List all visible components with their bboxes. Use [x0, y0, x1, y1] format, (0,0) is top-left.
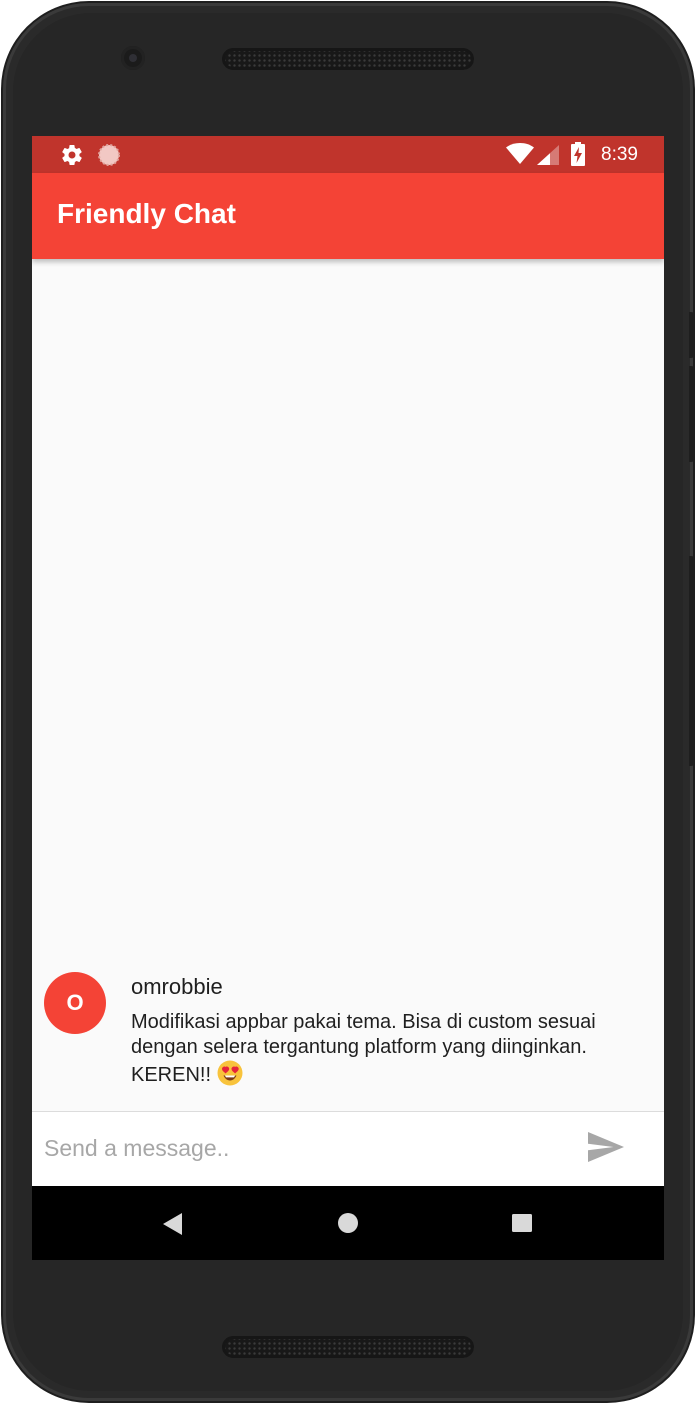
send-icon	[588, 1132, 624, 1162]
message-composer	[32, 1112, 664, 1186]
status-time: 8:39	[601, 144, 638, 165]
top-speaker	[222, 48, 474, 70]
bottom-speaker	[222, 1336, 474, 1358]
gear-icon	[60, 143, 84, 172]
power-button	[689, 366, 695, 462]
battery-charging-icon	[571, 142, 585, 171]
home-icon[interactable]	[337, 1212, 359, 1239]
volume-rocker	[689, 556, 695, 766]
send-button[interactable]	[588, 1132, 628, 1168]
sync-indicator-icon	[97, 143, 121, 172]
message-text: Modifikasi appbar pakai tema. Bisa di cu…	[131, 1011, 596, 1086]
app-bar: Friendly Chat	[32, 173, 664, 259]
status-bar: 8:39	[32, 136, 664, 173]
app-title: Friendly Chat	[57, 198, 236, 229]
smiling-face-with-heart-eyes-icon	[217, 1060, 243, 1086]
recents-icon[interactable]	[512, 1214, 532, 1237]
screen: 8:39 Friendly Chat O omrobbie Modifikasi…	[32, 136, 664, 1260]
back-icon[interactable]	[163, 1213, 183, 1240]
avatar: O	[44, 972, 106, 1034]
cell-signal-icon	[537, 145, 559, 170]
message-input[interactable]	[44, 1128, 564, 1168]
wifi-icon	[506, 143, 534, 170]
volume-button	[689, 312, 695, 358]
navigation-bar	[32, 1186, 664, 1260]
message-sender: omrobbie	[131, 974, 223, 999]
message-body: Modifikasi appbar pakai tema. Bisa di cu…	[131, 1010, 651, 1088]
front-camera	[121, 46, 145, 70]
